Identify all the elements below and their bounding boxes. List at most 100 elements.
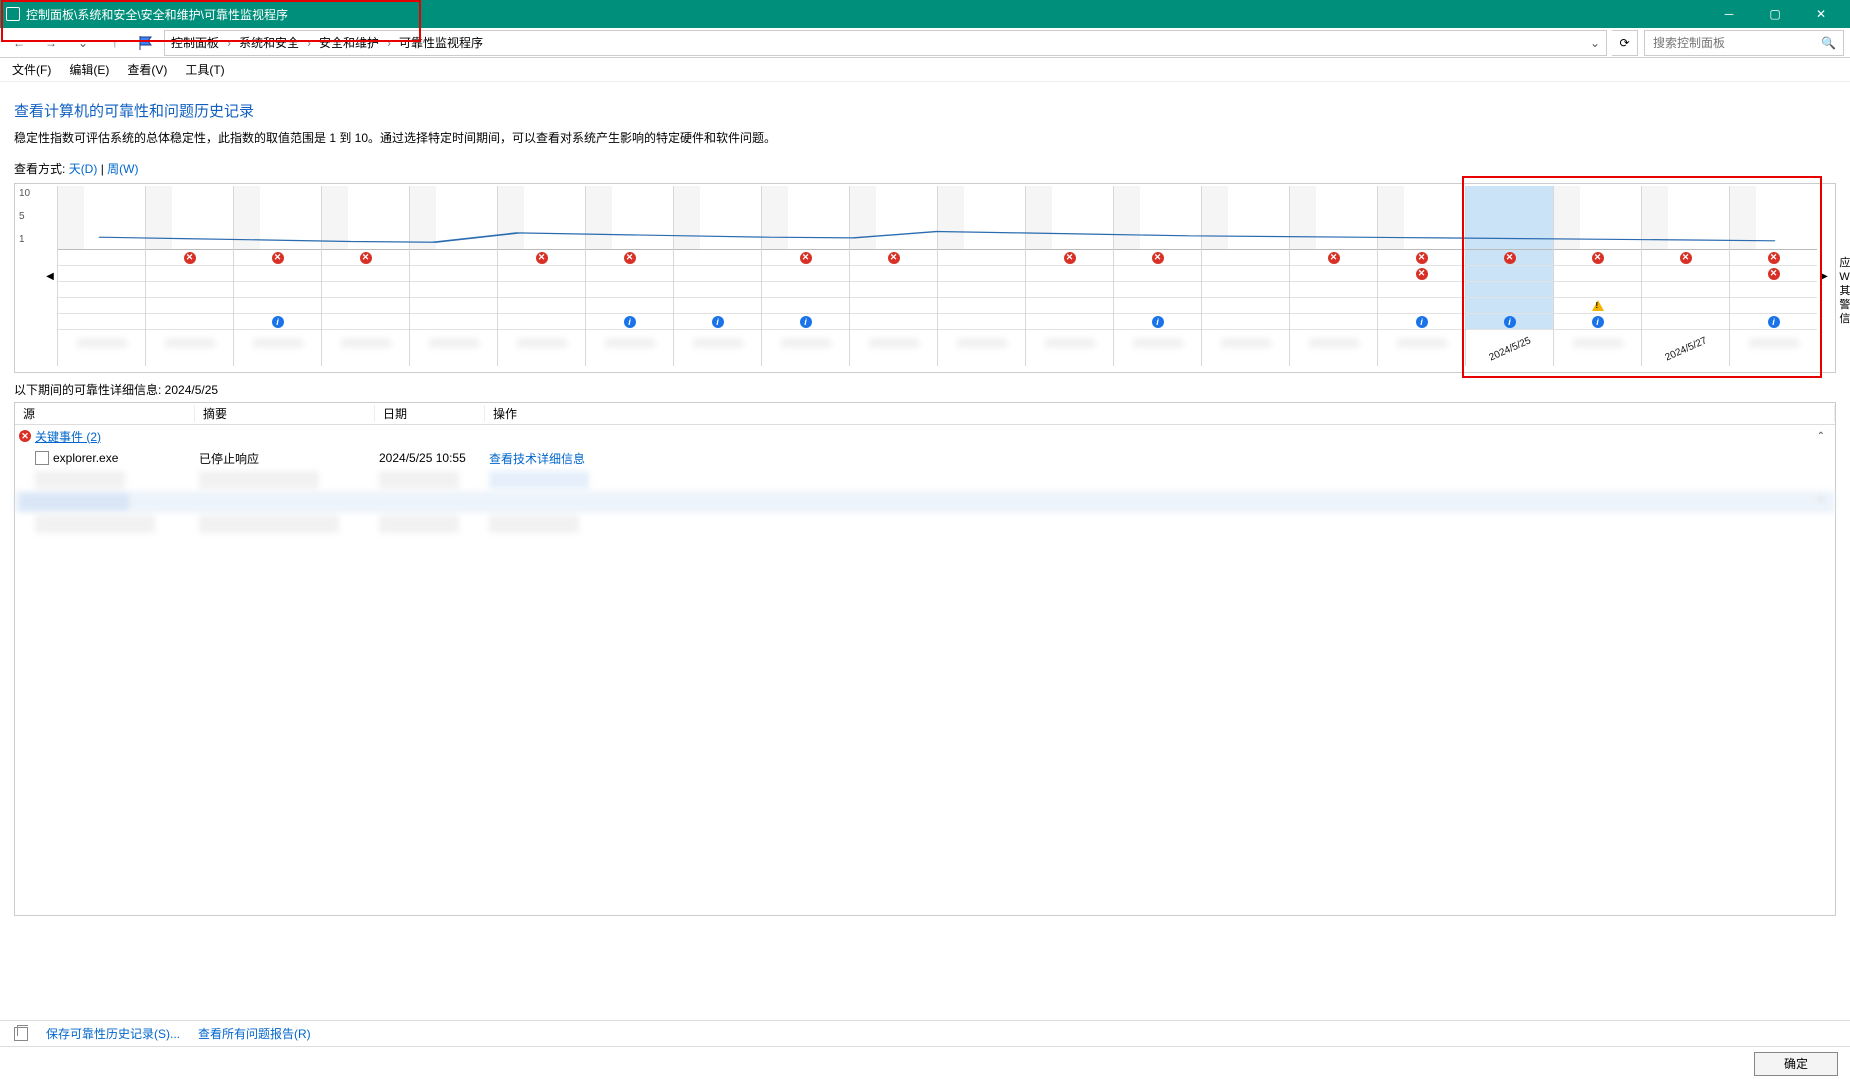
chart-cell [234,298,321,314]
chart-cell: ✕ [1730,250,1817,266]
breadcrumb-item[interactable]: 控制面板 [171,34,219,51]
chart-cell [1554,298,1641,314]
refresh-button[interactable]: ⟳ [1612,30,1638,56]
chart-cell [410,266,497,282]
chart-cell [674,250,761,266]
chart-cell [1114,298,1201,314]
save-history-link[interactable]: 保存可靠性历史记录(S)... [46,1025,180,1042]
group-critical-events[interactable]: ✕ 关键事件 (2) ⌃ [15,425,1835,447]
error-icon: ✕ [1416,268,1428,280]
chevron-up-icon: ⌃ [1817,497,1825,508]
chart-cell [938,250,1025,266]
chart-cell [1642,266,1729,282]
col-date[interactable]: 日期 [375,405,485,422]
breadcrumb-item[interactable]: 系统和安全 [239,34,299,51]
chart-cell [1642,282,1729,298]
breadcrumb-item[interactable]: 可靠性监视程序 [399,34,483,51]
chart-cell: i [234,314,321,330]
table-row-redacted [15,469,1835,491]
chart-cell [1378,298,1465,314]
forward-button[interactable]: → [38,30,64,56]
chart-cell [1466,282,1553,298]
chart-cell [322,282,409,298]
flag-icon [134,31,158,55]
view-by-row: 查看方式: 天(D) | 周(W) [14,160,1836,177]
date-label [1378,330,1465,366]
close-button[interactable]: ✕ [1798,0,1844,28]
recent-dropdown[interactable]: ⌄ [70,30,96,56]
chart-cell: i [1378,314,1465,330]
col-source[interactable]: 源 [15,405,195,422]
chart-cell: i [586,314,673,330]
info-icon: i [624,316,636,328]
chart-cell [322,298,409,314]
table-row[interactable]: explorer.exe 已停止响应 2024/5/25 10:55 查看技术详… [15,447,1835,469]
chart-cell [1466,298,1553,314]
ok-button[interactable]: 确定 [1754,1052,1838,1076]
search-icon[interactable]: 🔍 [1821,36,1836,50]
menu-tools[interactable]: 工具(T) [185,61,224,78]
up-button[interactable]: ↑ [102,30,128,56]
chart-cell: ✕ [1730,266,1817,282]
chart-cell [938,298,1025,314]
group-redacted: ⌃ [15,491,1835,513]
view-details-link[interactable]: 查看技术详细信息 [489,450,585,467]
chart-scroll-right[interactable]: ▶ [1817,186,1831,366]
error-icon: ✕ [19,430,31,442]
error-icon: ✕ [624,252,636,264]
menu-file[interactable]: 文件(F) [12,61,51,78]
search-box[interactable]: 🔍 [1644,30,1844,56]
chart-cell [498,314,585,330]
view-all-reports-link[interactable]: 查看所有问题报告(R) [198,1025,311,1042]
col-action[interactable]: 操作 [485,405,1835,422]
chart-cell [938,314,1025,330]
date-label [1026,330,1113,366]
chevron-up-icon[interactable]: ⌃ [1817,431,1825,442]
chart-cell: ✕ [762,250,849,266]
info-icon: i [272,316,284,328]
chart-cell [1730,282,1817,298]
view-by-day-link[interactable]: 天(D) [69,162,98,176]
chart-cell [410,282,497,298]
warning-icon [1592,300,1604,311]
footer-links: 保存可靠性历史记录(S)... 查看所有问题报告(R) [0,1020,1850,1046]
error-icon: ✕ [536,252,548,264]
chart-cell [58,314,145,330]
chart-cell: i [674,314,761,330]
chart-cell [410,298,497,314]
y-axis-labels: 10 5 1 [19,188,30,245]
table-header: 源 摘要 日期 操作 [15,403,1835,425]
back-button[interactable]: ← [6,30,32,56]
minimize-button[interactable]: ─ [1706,0,1752,28]
chevron-right-icon: › [387,36,391,50]
chart-cell [322,314,409,330]
chart-cell [762,282,849,298]
date-label [586,330,673,366]
chart-cell [146,314,233,330]
chart-cell [1026,282,1113,298]
maximize-button[interactable]: ▢ [1752,0,1798,28]
view-by-week-link[interactable]: 周(W) [107,162,138,176]
row-category-labels: 应用程序故障 Windows 故障 其他故障 警告 信息 [1839,254,1850,323]
info-icon: i [712,316,724,328]
view-by-label: 查看方式: [14,162,65,176]
menu-view[interactable]: 查看(V) [127,61,167,78]
chart-scroll-left[interactable]: ◀ [43,186,57,366]
details-table: 源 摘要 日期 操作 ✕ 关键事件 (2) ⌃ explorer.exe 已停止… [14,402,1836,916]
date-label [146,330,233,366]
chart-cell [1026,314,1113,330]
chart-cell [234,282,321,298]
chart-cell [586,298,673,314]
menu-edit[interactable]: 编辑(E) [69,61,109,78]
group-label: 关键事件 (2) [35,428,101,445]
cell-summary: 已停止响应 [199,450,379,467]
chart-cell: ✕ [850,250,937,266]
breadcrumb-dropdown-icon[interactable]: ⌄ [1590,36,1600,50]
breadcrumb-bar[interactable]: 控制面板› 系统和安全› 安全和维护› 可靠性监视程序 ⌄ [164,30,1607,56]
chart-cell [850,266,937,282]
breadcrumb-item[interactable]: 安全和维护 [319,34,379,51]
chart-cell: ✕ [1466,250,1553,266]
search-input[interactable] [1651,35,1821,51]
chart-cell [1026,298,1113,314]
col-summary[interactable]: 摘要 [195,405,375,422]
